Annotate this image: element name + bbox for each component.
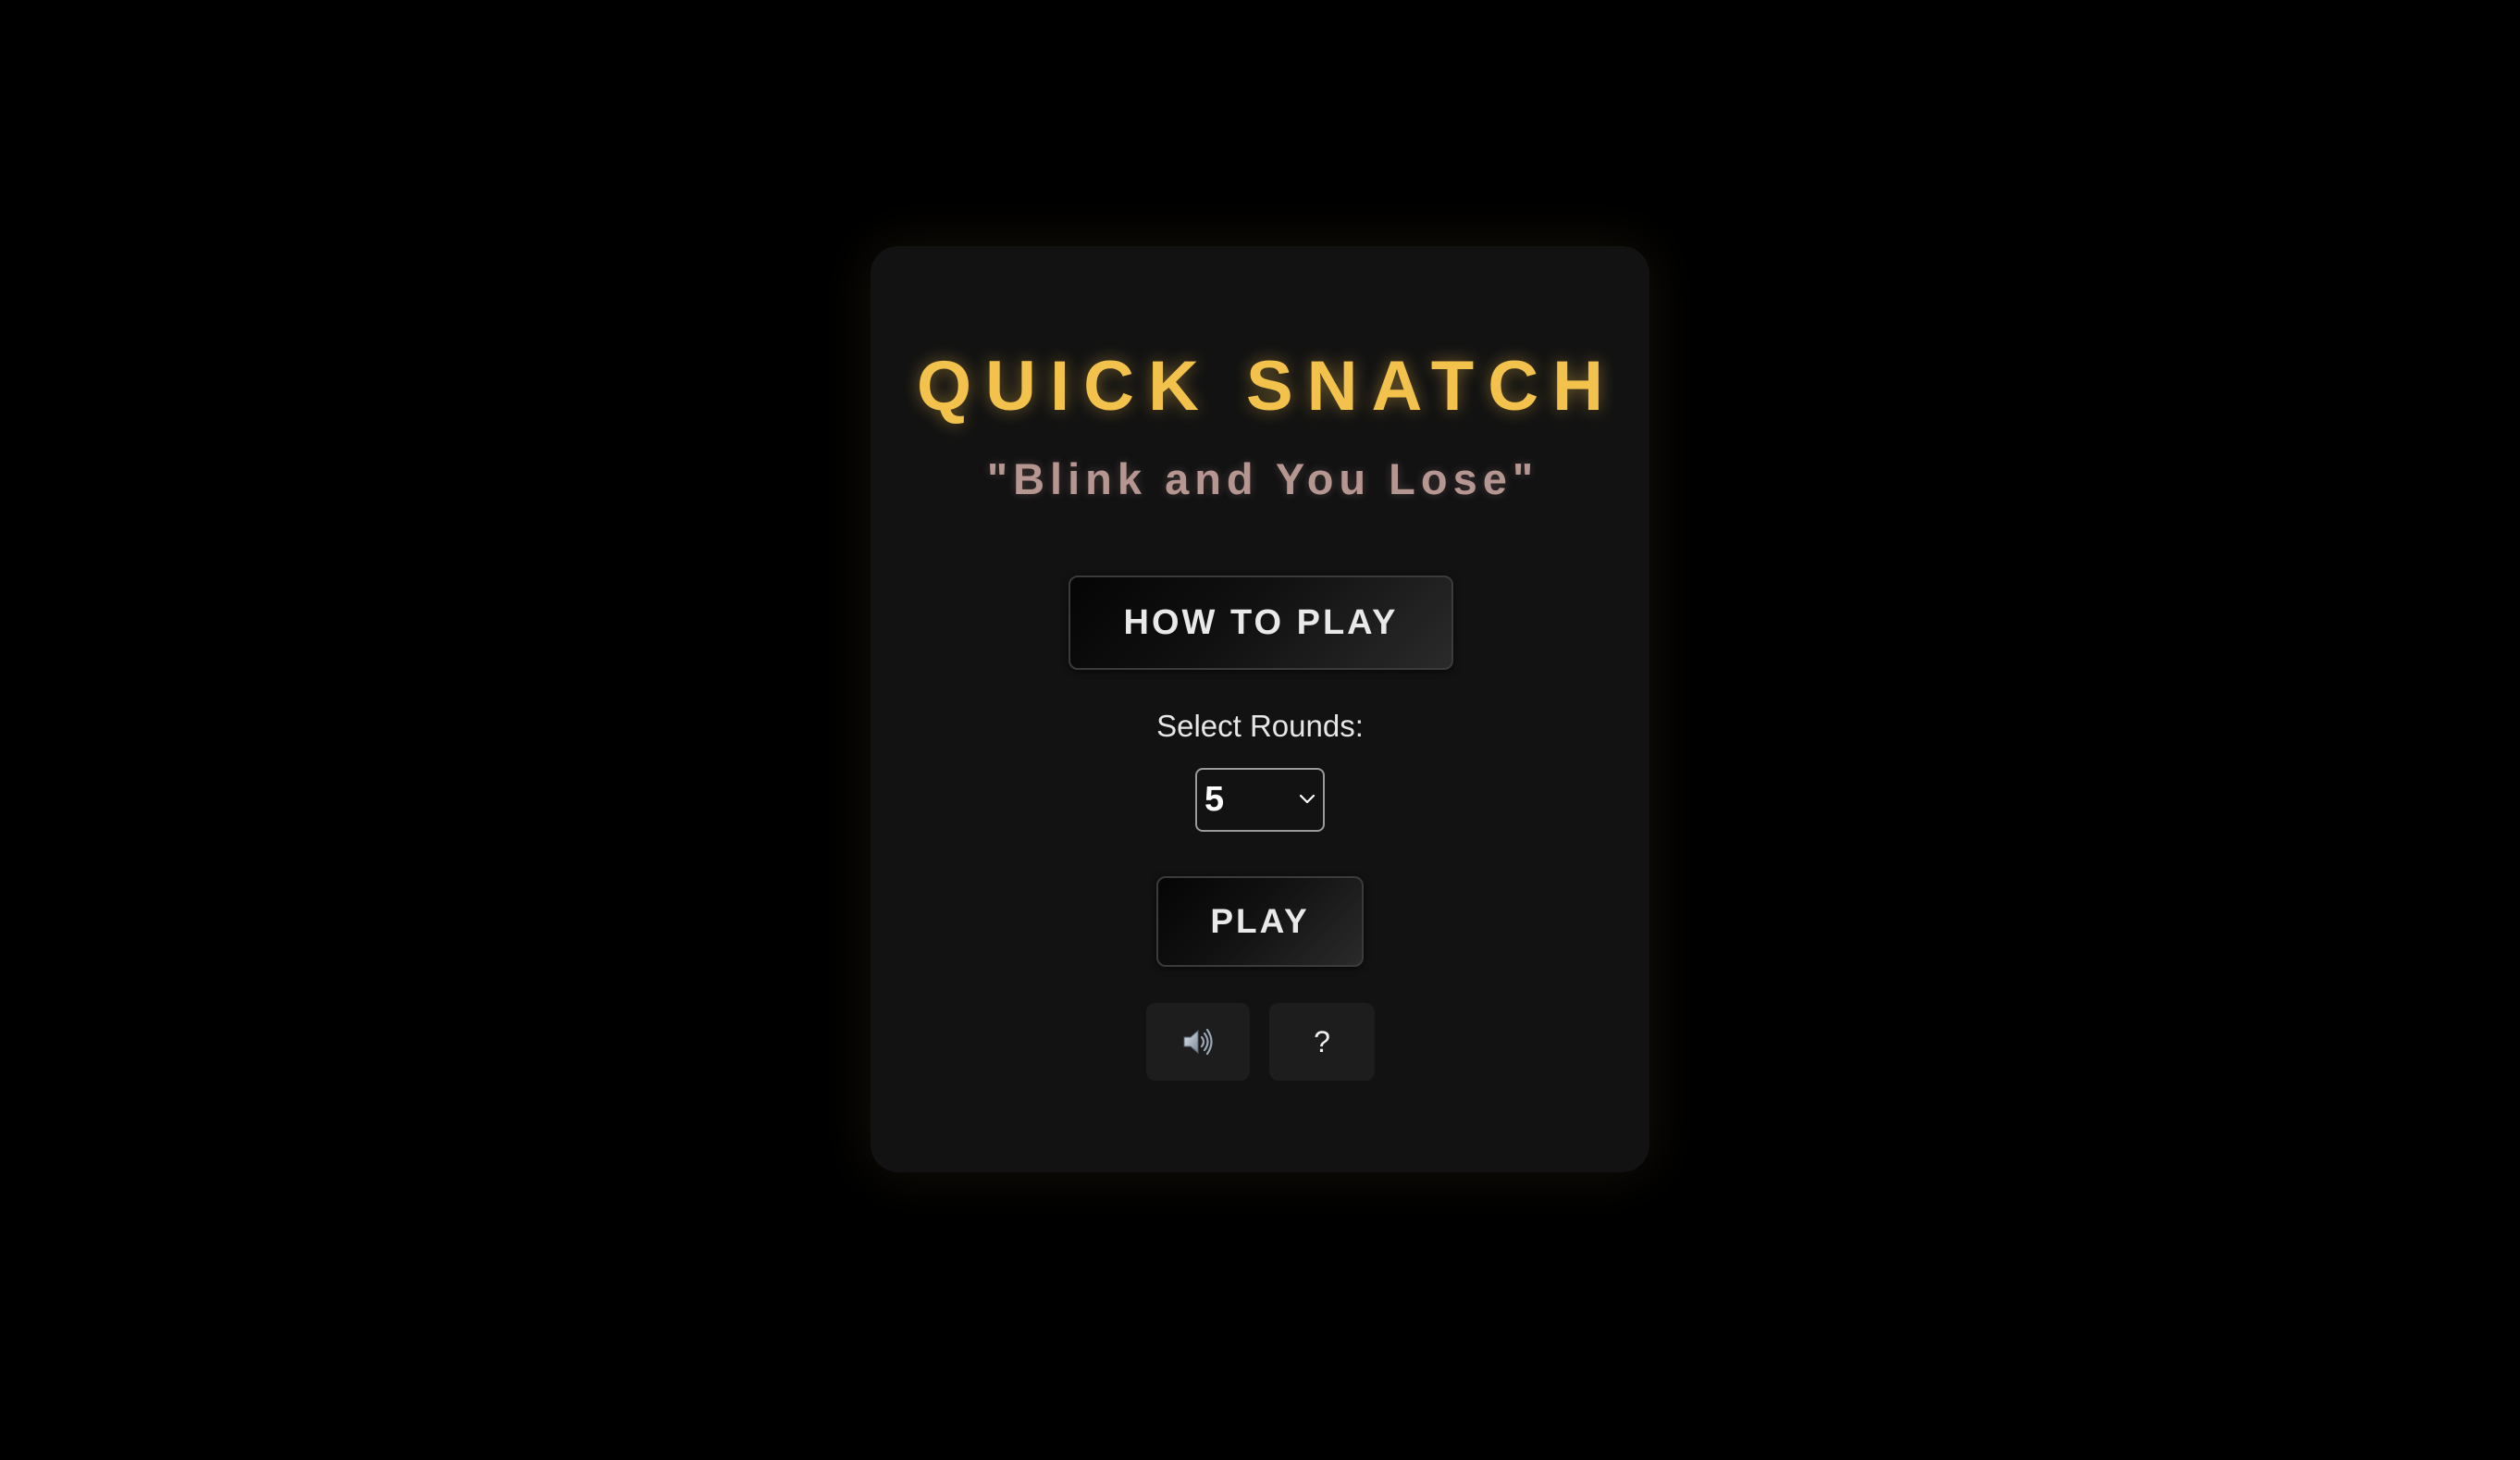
play-button[interactable]: PLAY	[1156, 876, 1364, 967]
rounds-select[interactable]: 5	[1195, 768, 1325, 832]
game-tagline: "Blink and You Lose"	[986, 454, 1539, 503]
how-to-play-button[interactable]: HOW TO PLAY	[1069, 575, 1453, 670]
chevron-down-icon	[1299, 794, 1316, 804]
menu-panel: QUICK SNATCH "Blink and You Lose" HOW TO…	[871, 246, 1649, 1172]
rounds-selected-value: 5	[1204, 780, 1225, 819]
select-rounds-label: Select Rounds:	[1156, 709, 1364, 743]
help-button[interactable]: ?	[1269, 1003, 1375, 1081]
game-title: QUICK SNATCH	[916, 347, 1617, 426]
sound-toggle-button[interactable]	[1146, 1003, 1250, 1081]
speaker-icon	[1183, 1028, 1213, 1056]
